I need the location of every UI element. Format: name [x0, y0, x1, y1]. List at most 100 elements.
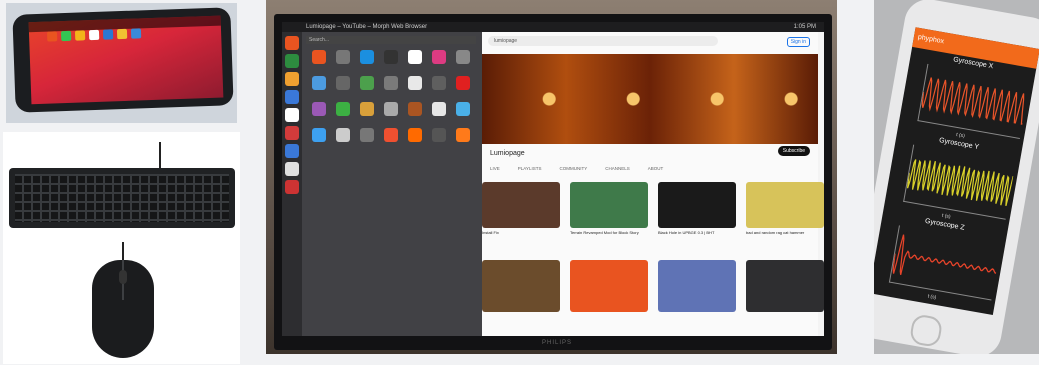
drawer-app-icon	[360, 102, 374, 116]
launcher-app-icon	[285, 90, 299, 104]
video-row-2	[482, 260, 824, 312]
drawer-app-icon	[360, 76, 374, 90]
video-title: Install Fix	[482, 230, 499, 235]
video-card: Black Hole in UPBGE 0.3 | BHT	[658, 182, 736, 235]
drawer-app-icon	[312, 102, 326, 116]
signal-trace	[921, 77, 1025, 125]
drawer-app-icon	[456, 76, 470, 90]
app-icon	[88, 29, 100, 41]
launcher-app-icon	[285, 108, 299, 122]
launcher-sidebar	[282, 32, 302, 336]
video-title: Terrain Revamped Mod for Block Story	[570, 230, 639, 235]
drawer-app-icon	[432, 50, 446, 64]
drawer-app-icon	[456, 50, 470, 64]
app-icon	[60, 30, 72, 42]
video-thumbnail	[658, 182, 736, 228]
mouse-cable	[122, 242, 124, 262]
app-icon	[46, 31, 58, 42]
launcher-app-icon	[285, 36, 299, 50]
smartphone	[12, 7, 234, 113]
video-title: Black Hole in UPBGE 0.3 | BHT	[658, 230, 715, 235]
iphone: phyphox Gyroscope Xt (s) Gyroscope Yt (s)…	[874, 0, 1039, 354]
launcher-app-icon	[285, 54, 299, 68]
drawer-app-icon	[360, 128, 374, 142]
video-thumbnail	[570, 182, 648, 228]
signal-line	[906, 159, 1014, 207]
phone-photo	[6, 3, 237, 123]
launcher-app-icon	[285, 144, 299, 158]
drawer-app-icon	[456, 128, 470, 142]
drawer-app-icon	[336, 102, 350, 116]
launcher-app-icon	[285, 72, 299, 86]
drawer-app-icon	[384, 76, 398, 90]
keyboard-keys	[15, 174, 229, 222]
app-icon	[102, 29, 114, 40]
drawer-app-icon	[432, 102, 446, 116]
video-thumbnail	[570, 260, 648, 312]
window-title: Lumiopage – YouTube – Morph Web Browser	[306, 24, 428, 30]
desktop-top-bar: Lumiopage – YouTube – Morph Web Browser …	[282, 22, 824, 32]
phone-screen	[28, 15, 224, 105]
drawer-app-icon	[384, 50, 398, 64]
app-icon	[130, 28, 142, 39]
clock: 1:05 PM	[793, 24, 816, 30]
drawer-app-icon	[456, 102, 470, 116]
subscribe-button: Subscribe	[777, 146, 810, 156]
signal-line	[921, 77, 1025, 125]
keyboard-cable	[159, 142, 161, 170]
drawer-app-icon	[312, 76, 326, 90]
channel-tabs: LIVE PLAYLISTS COMMUNITY CHANNELS ABOUT	[490, 166, 663, 171]
drawer-app-icon	[336, 50, 350, 64]
channel-tab: LIVE	[490, 166, 500, 171]
drawer-app-icon	[408, 128, 422, 142]
drawer-app-icon	[384, 102, 398, 116]
app-drawer: Search...	[302, 32, 482, 336]
launcher-app-icon	[285, 126, 299, 140]
launcher-app-icon	[285, 180, 299, 194]
keyboard	[9, 168, 235, 228]
video-thumbnail	[746, 260, 824, 312]
video-title: bad and random rag cat hammer	[746, 230, 805, 235]
video-card: bad and random rag cat hammer	[746, 182, 824, 235]
launcher-app-icon	[285, 162, 299, 176]
channel-tab: COMMUNITY	[559, 166, 588, 171]
drawer-app-icon	[312, 50, 326, 64]
browser-window: lumiopage Sign in Lumiopage Subscribe LI…	[482, 32, 824, 336]
signal-line	[892, 234, 997, 275]
channel-tab: PLAYLISTS	[517, 166, 542, 171]
signal-trace	[892, 234, 997, 275]
drawer-app-icon	[312, 128, 326, 142]
channel-name: Lumiopage	[490, 150, 525, 157]
video-thumbnail	[746, 182, 824, 228]
app-grid	[308, 50, 474, 142]
keyboard-mouse-photo	[3, 132, 240, 364]
drawer-app-icon	[408, 76, 422, 90]
home-button	[908, 313, 944, 349]
url-bar: lumiopage	[488, 36, 718, 46]
drawer-app-icon	[408, 102, 422, 116]
monitor-photo: Lumiopage – YouTube – Morph Web Browser …	[266, 0, 837, 354]
app-icon	[74, 30, 86, 41]
drawer-app-icon	[408, 50, 422, 64]
drawer-app-icon	[384, 128, 398, 142]
monitor-brand: PHILIPS	[542, 340, 573, 346]
drawer-app-icon	[432, 76, 446, 90]
video-card: Terrain Revamped Mod for Block Story	[570, 182, 648, 235]
video-thumbnail	[482, 260, 560, 312]
signal-trace	[906, 159, 1014, 207]
mouse-wheel	[119, 270, 127, 284]
video-card: Install Fix	[482, 182, 560, 235]
video-thumbnail	[482, 182, 560, 228]
drawer-search: Search...	[306, 36, 476, 44]
monitor-screen: Lumiopage – YouTube – Morph Web Browser …	[282, 22, 824, 336]
mouse	[92, 260, 154, 358]
video-row: Install Fix Terrain Revamped Mod for Bloc…	[482, 182, 824, 235]
drawer-app-icon	[336, 128, 350, 142]
channel-tab: ABOUT	[647, 166, 664, 171]
channel-tab: CHANNELS	[605, 166, 630, 171]
sign-in-button: Sign in	[786, 37, 810, 47]
iphone-screen: phyphox Gyroscope Xt (s) Gyroscope Yt (s)…	[874, 27, 1039, 315]
video-thumbnail	[658, 260, 736, 312]
channel-banner	[482, 54, 818, 144]
sensor-phone-photo: phyphox Gyroscope Xt (s) Gyroscope Yt (s)…	[874, 0, 1039, 354]
